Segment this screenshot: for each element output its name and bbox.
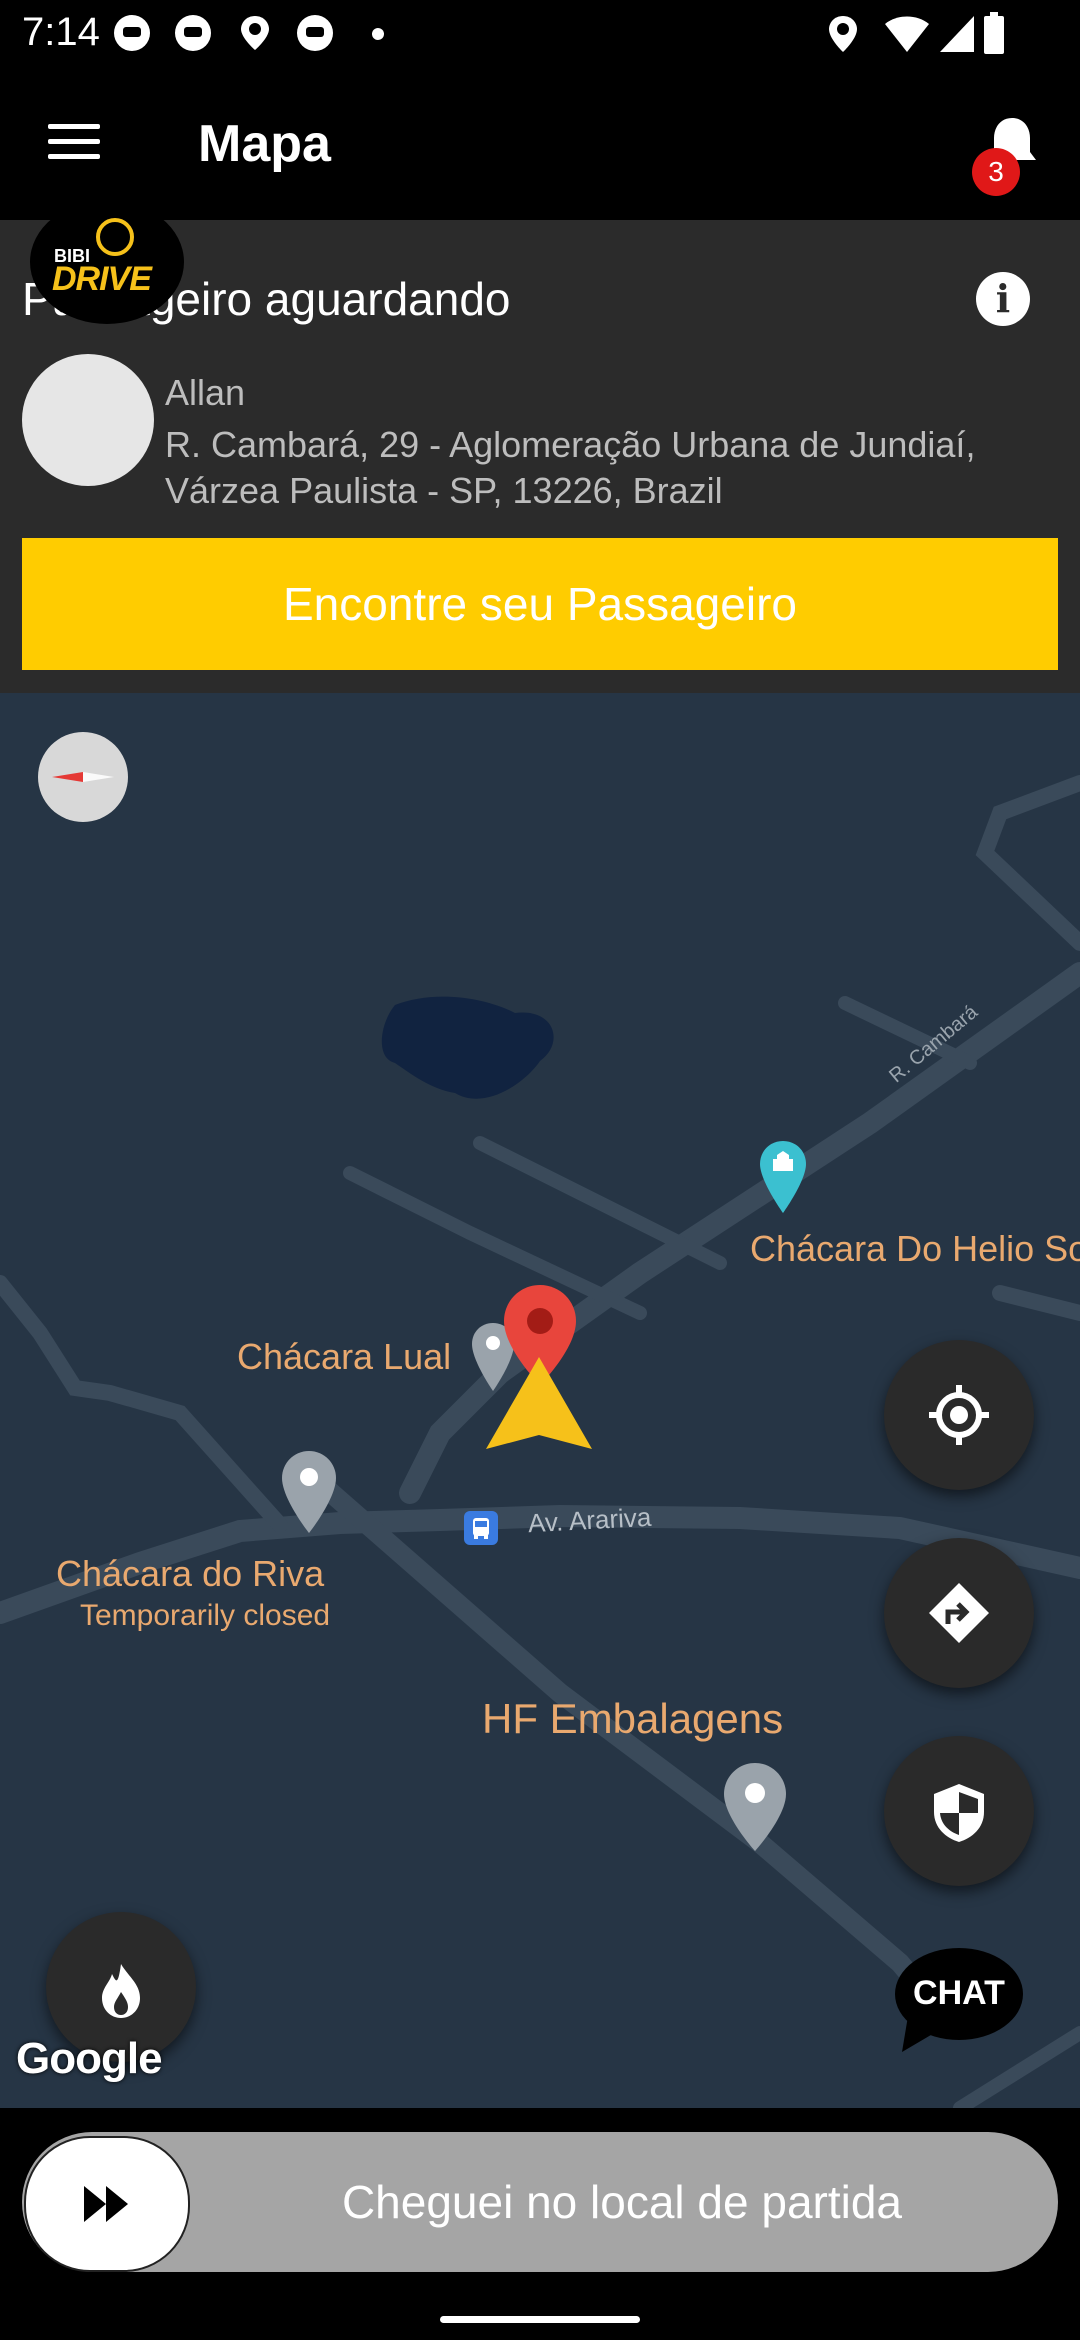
notification-app-icon [175, 15, 211, 51]
place-label-chacara-helio: Chácara Do Helio Sou [750, 1228, 1080, 1269]
place-label-hf-embalagens: HF Embalagens [482, 1695, 784, 1742]
page-title: Mapa [198, 115, 331, 173]
passenger-name: Allan [165, 372, 246, 413]
street-label-av-arariva: Av. Arariva [527, 1501, 652, 1539]
notification-app-icon [297, 15, 333, 51]
bus-stop-icon[interactable] [464, 1511, 498, 1545]
shield-icon [934, 1784, 984, 1842]
steering-wheel-icon [96, 218, 134, 256]
place-pin-icon[interactable] [722, 1761, 788, 1853]
driver-navigation-arrow-icon [484, 1353, 594, 1453]
chat-button[interactable]: CHAT [894, 1946, 1024, 2056]
app-bar [0, 70, 1080, 220]
find-passenger-button[interactable]: Encontre seu Passageiro [22, 538, 1058, 670]
compass-icon[interactable] [38, 732, 128, 822]
battery-icon [984, 12, 1004, 54]
directions-icon [929, 1583, 989, 1643]
place-label-chacara-riva: Chácara do Riva [56, 1553, 325, 1594]
passenger-address: R. Cambará, 29 - Aglomeração Urbana de J… [165, 424, 976, 511]
arrived-slider-label: Cheguei no local de partida [341, 2176, 903, 2228]
fast-forward-icon [84, 2186, 128, 2222]
my-location-icon [929, 1385, 989, 1445]
app-logo: BIBI DRIVE [30, 200, 184, 324]
logo-text-bottom: DRIVE [52, 260, 152, 298]
home-indicator[interactable] [440, 2316, 640, 2323]
chat-label: CHAT [913, 1974, 1005, 2012]
safety-shield-button[interactable] [884, 1736, 1034, 1886]
notification-count-badge: 3 [972, 148, 1020, 196]
status-time: 7:14 [22, 10, 100, 54]
place-label-chacara-lual: Chácara Lual [237, 1336, 452, 1377]
notification-app-icon [114, 15, 150, 51]
google-attribution: Google [16, 2034, 163, 2083]
place-pin-icon[interactable] [280, 1449, 338, 1535]
passenger-avatar [22, 354, 154, 486]
tourist-attraction-pin-icon[interactable] [758, 1139, 808, 1215]
more-notifications-dot-icon [372, 28, 384, 40]
directions-button[interactable] [884, 1538, 1034, 1688]
notification-location-app-icon [238, 14, 272, 52]
wifi-icon [884, 14, 930, 54]
location-status-icon [826, 14, 860, 54]
arrived-slider-handle[interactable] [24, 2136, 190, 2272]
place-status-chacara-riva: Temporarily closed [80, 1599, 331, 1632]
cellular-signal-icon [938, 14, 976, 54]
info-icon[interactable]: i [976, 272, 1030, 326]
my-location-button[interactable] [884, 1340, 1034, 1490]
menu-button[interactable] [48, 120, 104, 164]
